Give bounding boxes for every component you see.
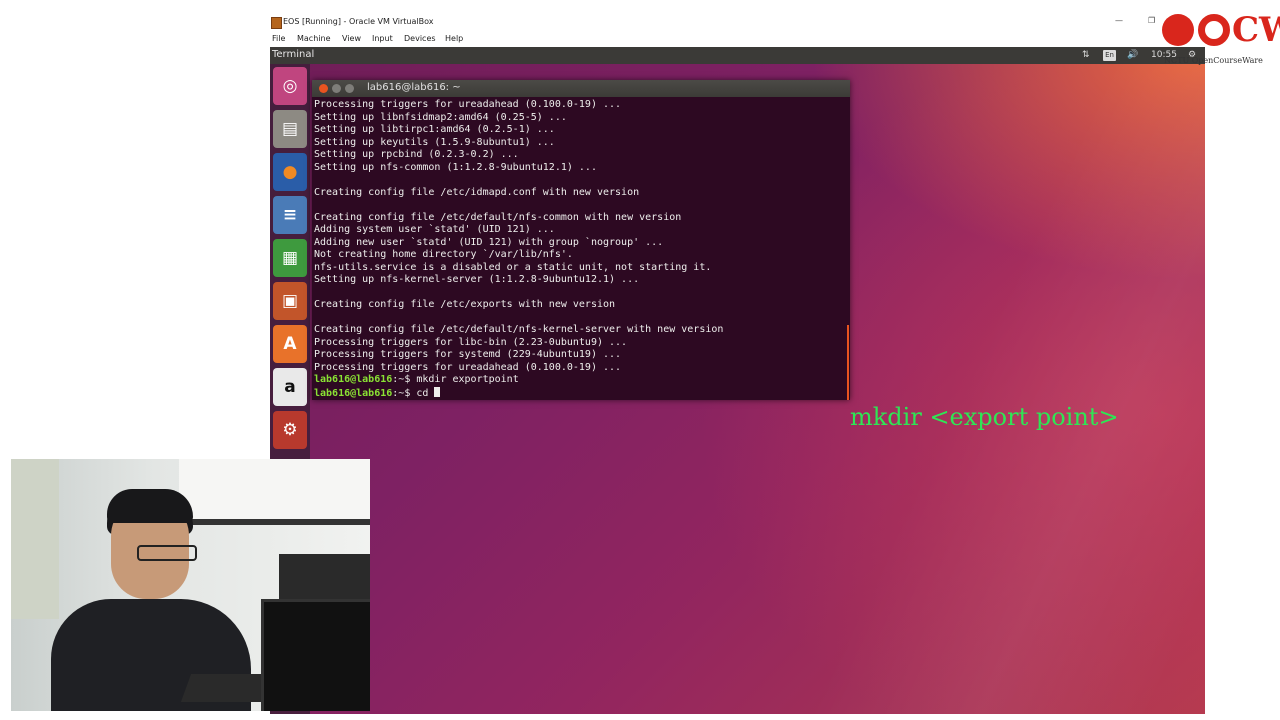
software-center-icon[interactable]: A	[273, 325, 307, 363]
terminal-prompt-line: lab616@lab616:~$ mkdir exportpoint	[314, 374, 844, 387]
terminal-line: Processing triggers for libc-bin (2.23-0…	[314, 336, 628, 348]
minimize-icon[interactable]	[332, 84, 341, 93]
terminal-titlebar: lab616@lab616: ~	[312, 80, 850, 97]
files-icon[interactable]: ▤	[273, 110, 307, 148]
terminal-line: Processing triggers for systemd (229-4ub…	[314, 349, 622, 360]
prompt-path: :~$	[392, 387, 411, 399]
firefox-icon[interactable]: ●	[273, 153, 307, 191]
prompt-command: cd	[410, 387, 435, 399]
terminal-prompt-line: lab616@lab616:~$ cd	[314, 386, 844, 400]
virtualbox-title: EOS [Running] - Oracle VM VirtualBox	[283, 17, 434, 26]
menu-machine[interactable]: Machine	[297, 34, 331, 43]
menu-file[interactable]: File	[272, 34, 285, 43]
terminal-line: Creating config file /etc/default/nfs-ke…	[314, 324, 724, 335]
ubuntu-desktop: Terminal ⇅ En 🔊 10:55 ⚙ ◎ ▤ ● ≡ ▦ ▣ A a …	[270, 47, 1205, 714]
webcam-video	[11, 459, 370, 711]
terminal-line: Adding new user `statd' (UID 121) with g…	[314, 236, 664, 248]
command-caption: mkdir <export point>	[850, 403, 1119, 431]
menu-view[interactable]: View	[342, 34, 361, 43]
terminal-window[interactable]: lab616@lab616: ~ Processing triggers for…	[312, 80, 850, 400]
terminal-line: Adding system user `statd' (UID 121) ...	[314, 224, 555, 235]
terminal-line: Setting up rpcbind (0.2.3-0.2) ...	[314, 149, 519, 160]
minimize-icon[interactable]: —	[1115, 16, 1123, 25]
terminal-title: lab616@lab616: ~	[367, 82, 461, 93]
network-icon[interactable]: ⇅	[1082, 50, 1090, 60]
writer-icon[interactable]: ≡	[273, 196, 307, 234]
menu-help[interactable]: Help	[445, 34, 463, 43]
logo-subtitle: NCTU OpenCourseWare	[1164, 56, 1263, 65]
terminal-line: Creating config file /etc/idmapd.conf wi…	[314, 186, 640, 198]
amazon-icon[interactable]: a	[273, 368, 307, 406]
logo-text: CW	[1232, 10, 1280, 50]
menu-devices[interactable]: Devices	[404, 34, 436, 43]
terminal-line: Setting up nfs-common (1:1.2.8-9ubuntu12…	[314, 161, 597, 173]
prompt-user: lab616@lab616	[314, 387, 393, 399]
active-app-title: Terminal	[272, 49, 315, 60]
terminal-line: Setting up nfs-kernel-server (1:1.2.8-9u…	[314, 274, 640, 285]
terminal-line: Creating config file /etc/default/nfs-co…	[314, 211, 682, 223]
menu-input[interactable]: Input	[372, 34, 393, 43]
terminal-line: Setting up keyutils (1.5.9-8ubuntu1) ...	[314, 136, 555, 148]
terminal-line: nfs-utils.service is a disabled or a sta…	[314, 261, 712, 273]
ocw-logo: CW NCTU OpenCourseWare	[1162, 10, 1280, 68]
restore-icon[interactable]: ❐	[1148, 16, 1155, 25]
close-icon[interactable]	[319, 84, 328, 93]
terminal-line: Processing triggers for ureadahead (0.10…	[314, 99, 622, 110]
calc-icon[interactable]: ▦	[273, 239, 307, 277]
keyboard-layout-indicator[interactable]: En	[1103, 50, 1116, 61]
top-panel: Terminal ⇅ En 🔊 10:55 ⚙	[270, 47, 1205, 64]
volume-icon[interactable]: 🔊	[1127, 50, 1138, 60]
terminal-line: Setting up libnfsidmap2:amd64 (0.25-5) .…	[314, 111, 567, 123]
terminal-line: Not creating home directory `/var/lib/nf…	[314, 249, 573, 260]
text-cursor	[434, 386, 441, 397]
terminal-output[interactable]: Processing triggers for ureadahead (0.10…	[314, 99, 844, 399]
prompt-command: mkdir exportpoint	[410, 374, 519, 385]
settings-icon[interactable]: ⚙	[273, 411, 307, 449]
virtualbox-icon	[271, 17, 282, 29]
virtualbox-menubar: File Machine View Input Devices Help	[270, 32, 1205, 47]
virtualbox-titlebar: EOS [Running] - Oracle VM VirtualBox — ❐	[270, 14, 1205, 32]
maximize-icon[interactable]	[345, 84, 354, 93]
prompt-path: :~$	[392, 374, 411, 385]
virtualbox-window: EOS [Running] - Oracle VM VirtualBox — ❐…	[270, 14, 1205, 714]
prompt-user: lab616@lab616	[314, 374, 393, 385]
impress-icon[interactable]: ▣	[273, 282, 307, 320]
terminal-line: Processing triggers for ureadahead (0.10…	[314, 361, 622, 373]
ubuntu-dash-icon[interactable]: ◎	[273, 67, 307, 105]
terminal-scrollbar[interactable]	[847, 325, 849, 400]
terminal-line: Creating config file /etc/exports with n…	[314, 299, 616, 310]
terminal-line: Setting up libtirpc1:amd64 (0.2.5-1) ...	[314, 124, 555, 135]
